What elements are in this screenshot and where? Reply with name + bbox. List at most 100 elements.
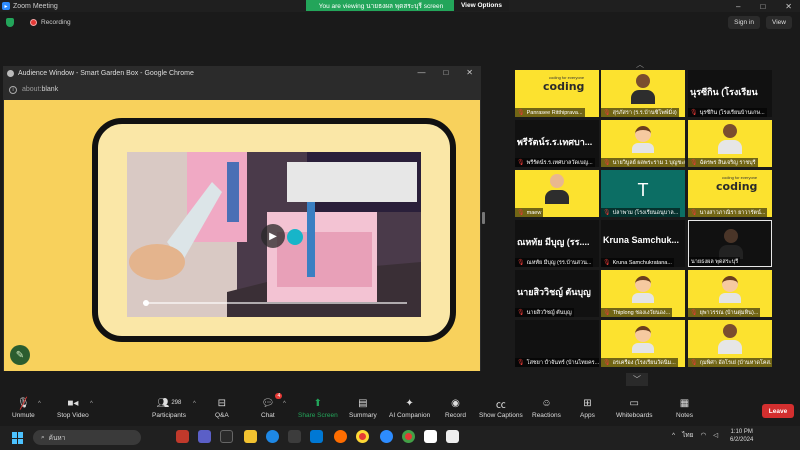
coding-logo: coding — [716, 180, 758, 193]
language-indicator[interactable]: ไทย — [682, 430, 693, 440]
participant-big-name: Kruna Samchuk... — [603, 235, 680, 245]
edge-icon[interactable] — [266, 430, 279, 443]
participant-tile[interactable]: ณหทัย มีบุญ (รร.... 🎙︎ ณหทัย มีบุญ (รร.บ้า… — [515, 220, 599, 267]
taskbar-app-icon[interactable] — [176, 430, 189, 443]
capcut-icon[interactable] — [446, 430, 459, 443]
show-captions-button[interactable]: ㏄ Show Captions — [479, 396, 523, 420]
participant-tile[interactable]: 🎙︎ Thiplong ชองเงวัยนอง... — [601, 270, 685, 317]
participants-button[interactable]: 👥︎ 298 Participants — [152, 396, 186, 420]
chrome-window-controls: — □ ✕ — [417, 68, 473, 77]
unmute-button[interactable]: 🎙︎ ╱ Unmute — [12, 396, 35, 420]
ai-companion-button[interactable]: ✦ AI Companion — [389, 396, 430, 420]
participant-tile[interactable]: 🎙︎ สุรภัสรา (ร.ร.บ้านซิโพพ์มิ่ง) — [601, 70, 685, 117]
store-icon[interactable] — [288, 430, 301, 443]
shared-screen-chrome-window: Audience Window - Smart Garden Box - Goo… — [3, 66, 481, 371]
window-controls: – □ ✕ — [736, 0, 792, 12]
stop-video-button[interactable]: ■◂ Stop Video — [57, 396, 89, 420]
shield-icon[interactable] — [6, 17, 14, 27]
participant-tile[interactable]: Kruna Samchuk... 🎙︎ Kruna Samchukratana... — [601, 220, 685, 267]
firefox-icon[interactable] — [334, 430, 347, 443]
zoom-taskbar-icon[interactable] — [380, 430, 393, 443]
reactions-button[interactable]: ☺ Reactions — [532, 396, 561, 420]
participant-name-label: 🎙︎ โสชยา ปำจันทร์ (บ้านไทยคร... — [515, 358, 599, 367]
app-taskbar-icon[interactable] — [424, 430, 437, 443]
ai-companion-sparkle-icon: ✦ — [405, 397, 414, 409]
chat-button[interactable]: 💬︎ 4 Chat — [261, 393, 283, 419]
participant-tile[interactable]: 🎙︎ กุมพิศา อัลโรเย่ (บ้านหาดโคส... — [688, 320, 772, 367]
participant-tile[interactable]: นุรซีกิน (โรงเรียน 🎙︎ นุรซีกิน (โรงเรียนบ้… — [688, 70, 772, 117]
video-frame: ▶ — [92, 118, 456, 342]
participant-name-label: 🎙︎ กุมพิศา อัลโรเย่ (บ้านหาดโคส... — [688, 358, 772, 367]
gallery-up-arrow-icon[interactable]: ︿ — [636, 59, 644, 70]
participant-big-name: นายสิววิชญ์ ตันบุญ — [517, 287, 591, 297]
close-button[interactable]: ✕ — [785, 2, 792, 11]
signin-button[interactable]: Sign in — [728, 16, 761, 29]
chrome-taskbar-icon-2[interactable] — [402, 430, 415, 443]
participant-name: ฉัตรพร สินเจริญ ราชบุรี — [699, 159, 756, 166]
windows-start-icon[interactable] — [12, 432, 24, 444]
muted-mic-icon: 🎙︎ — [603, 310, 611, 316]
annotate-pen-icon[interactable]: ✎ — [10, 345, 30, 365]
qa-button[interactable]: ⊟ Q&A — [215, 396, 229, 420]
url-text: about:blank — [22, 86, 59, 93]
audio-options-chevron-icon[interactable]: ^ — [38, 401, 41, 407]
muted-mic-icon: 🎙︎ — [517, 160, 525, 166]
progress-knob[interactable] — [143, 300, 149, 306]
participant-tile[interactable]: 🎙︎ อรเครือง (โรงเรียนวัดนิม... — [601, 320, 685, 367]
file-explorer-icon[interactable] — [244, 430, 257, 443]
participant-video — [545, 174, 569, 208]
participant-tile[interactable]: coding for everyone coding 🎙︎ Panrasee Ritt… — [515, 70, 599, 117]
task-view-icon[interactable] — [220, 430, 233, 443]
participant-tile[interactable]: นายสิววิชญ์ ตันบุญ 🎙︎ นายสิววิชญ์ ตันบุญ — [515, 270, 599, 317]
participant-tile[interactable]: 🎙︎ ฉัตรพร สินเจริญ ราชบุรี — [688, 120, 772, 167]
play-icon[interactable]: ▶ — [261, 224, 285, 248]
participant-name: ยุพาวรรณ (บ้านตุ่มหิน)... — [699, 309, 759, 316]
taskbar-clock[interactable]: 1:10 PM 6/2/2024 — [730, 428, 753, 444]
participant-tile[interactable]: 🎙︎ ยุพาวรรณ (บ้านตุ่มหิน)... — [688, 270, 772, 317]
video-camera-icon: ■◂ — [67, 397, 79, 409]
mail-icon[interactable] — [310, 430, 323, 443]
chat-chevron-icon[interactable]: ^ — [283, 401, 286, 407]
teams-icon[interactable] — [198, 430, 211, 443]
participant-tile[interactable]: พรีรัตน์ร.ร.เทศบา... 🎙︎ พรีรัตน์ร.ร.เทศบาล… — [515, 120, 599, 167]
share-screen-button[interactable]: ⬆ Share Screen — [298, 396, 338, 420]
splitter-handle[interactable] — [482, 212, 485, 224]
participant-name: สุรภัสรา (ร.ร.บ้านซิโพพ์มิ่ง) — [612, 109, 677, 116]
clock-time: 1:10 PM — [730, 429, 753, 435]
meeting-info-bar: Recording Sign in View — [0, 14, 800, 30]
participant-tile[interactable]: T 🎙︎ ปลาพาม (โรงเรียนอนุบาล... — [601, 170, 685, 217]
notes-button[interactable]: ▦ Notes — [676, 396, 693, 420]
view-options-button[interactable]: View Options — [453, 0, 509, 11]
minimize-button[interactable]: – — [736, 2, 740, 11]
view-button[interactable]: View — [766, 16, 792, 29]
participant-tile[interactable]: นายธงผล พุดสระบุรี — [688, 220, 772, 267]
apps-button[interactable]: ⊞ Apps — [580, 396, 595, 420]
chrome-maximize-icon: □ — [443, 68, 449, 77]
muted-mic-icon: 🎙︎ — [603, 210, 611, 216]
participant-tile[interactable]: 🎙︎ โสชยา ปำจันทร์ (บ้านไทยคร... — [515, 320, 599, 367]
taskbar-search[interactable]: ⌕ ค้นหา — [33, 430, 141, 445]
wifi-icon[interactable]: ◠ — [700, 431, 706, 439]
chrome-title-bar: Audience Window - Smart Garden Box - Goo… — [3, 66, 481, 81]
summary-button[interactable]: ▤ Summary — [349, 396, 377, 420]
chrome-icon[interactable] — [356, 430, 369, 443]
participant-tile[interactable]: coding for everyone coding 🎙︎ นางสาวภาณิรา … — [688, 170, 772, 217]
whiteboards-button[interactable]: ▭ Whiteboards — [616, 396, 653, 420]
chevron-up-icon[interactable]: ^ — [672, 432, 675, 439]
participant-name-label: 🎙︎ ยุพาวรรณ (บ้านตุ่มหิน)... — [688, 308, 761, 317]
microphone-muted-icon: 🎙︎ ╱ — [17, 397, 30, 410]
participants-chevron-icon[interactable]: ^ — [193, 401, 196, 407]
video-options-chevron-icon[interactable]: ^ — [90, 401, 93, 407]
video-progress-bar[interactable] — [143, 300, 407, 306]
record-button[interactable]: ◉ Record — [445, 396, 466, 420]
participant-tile[interactable]: 🎙︎ maew — [515, 170, 599, 217]
gallery-down-arrow-icon[interactable]: ﹀ — [626, 373, 648, 386]
leave-button[interactable]: Leave — [762, 404, 794, 418]
whiteboard-icon: ▭ — [629, 397, 639, 409]
participant-name-label: 🎙︎นายวิบูลย์ ผลพระราม 1 บุญชะเริ่ม... — [601, 158, 685, 167]
volume-icon[interactable]: ◁ — [713, 431, 718, 439]
embedded-video[interactable]: ▶ — [127, 152, 421, 317]
maximize-button[interactable]: □ — [760, 2, 765, 11]
participant-name: นายวิบูลย์ ผลพระราม 1 บุญชะเริ่ม... — [612, 159, 685, 166]
participant-tile[interactable]: 🎙︎นายวิบูลย์ ผลพระราม 1 บุญชะเริ่ม... — [601, 120, 685, 167]
